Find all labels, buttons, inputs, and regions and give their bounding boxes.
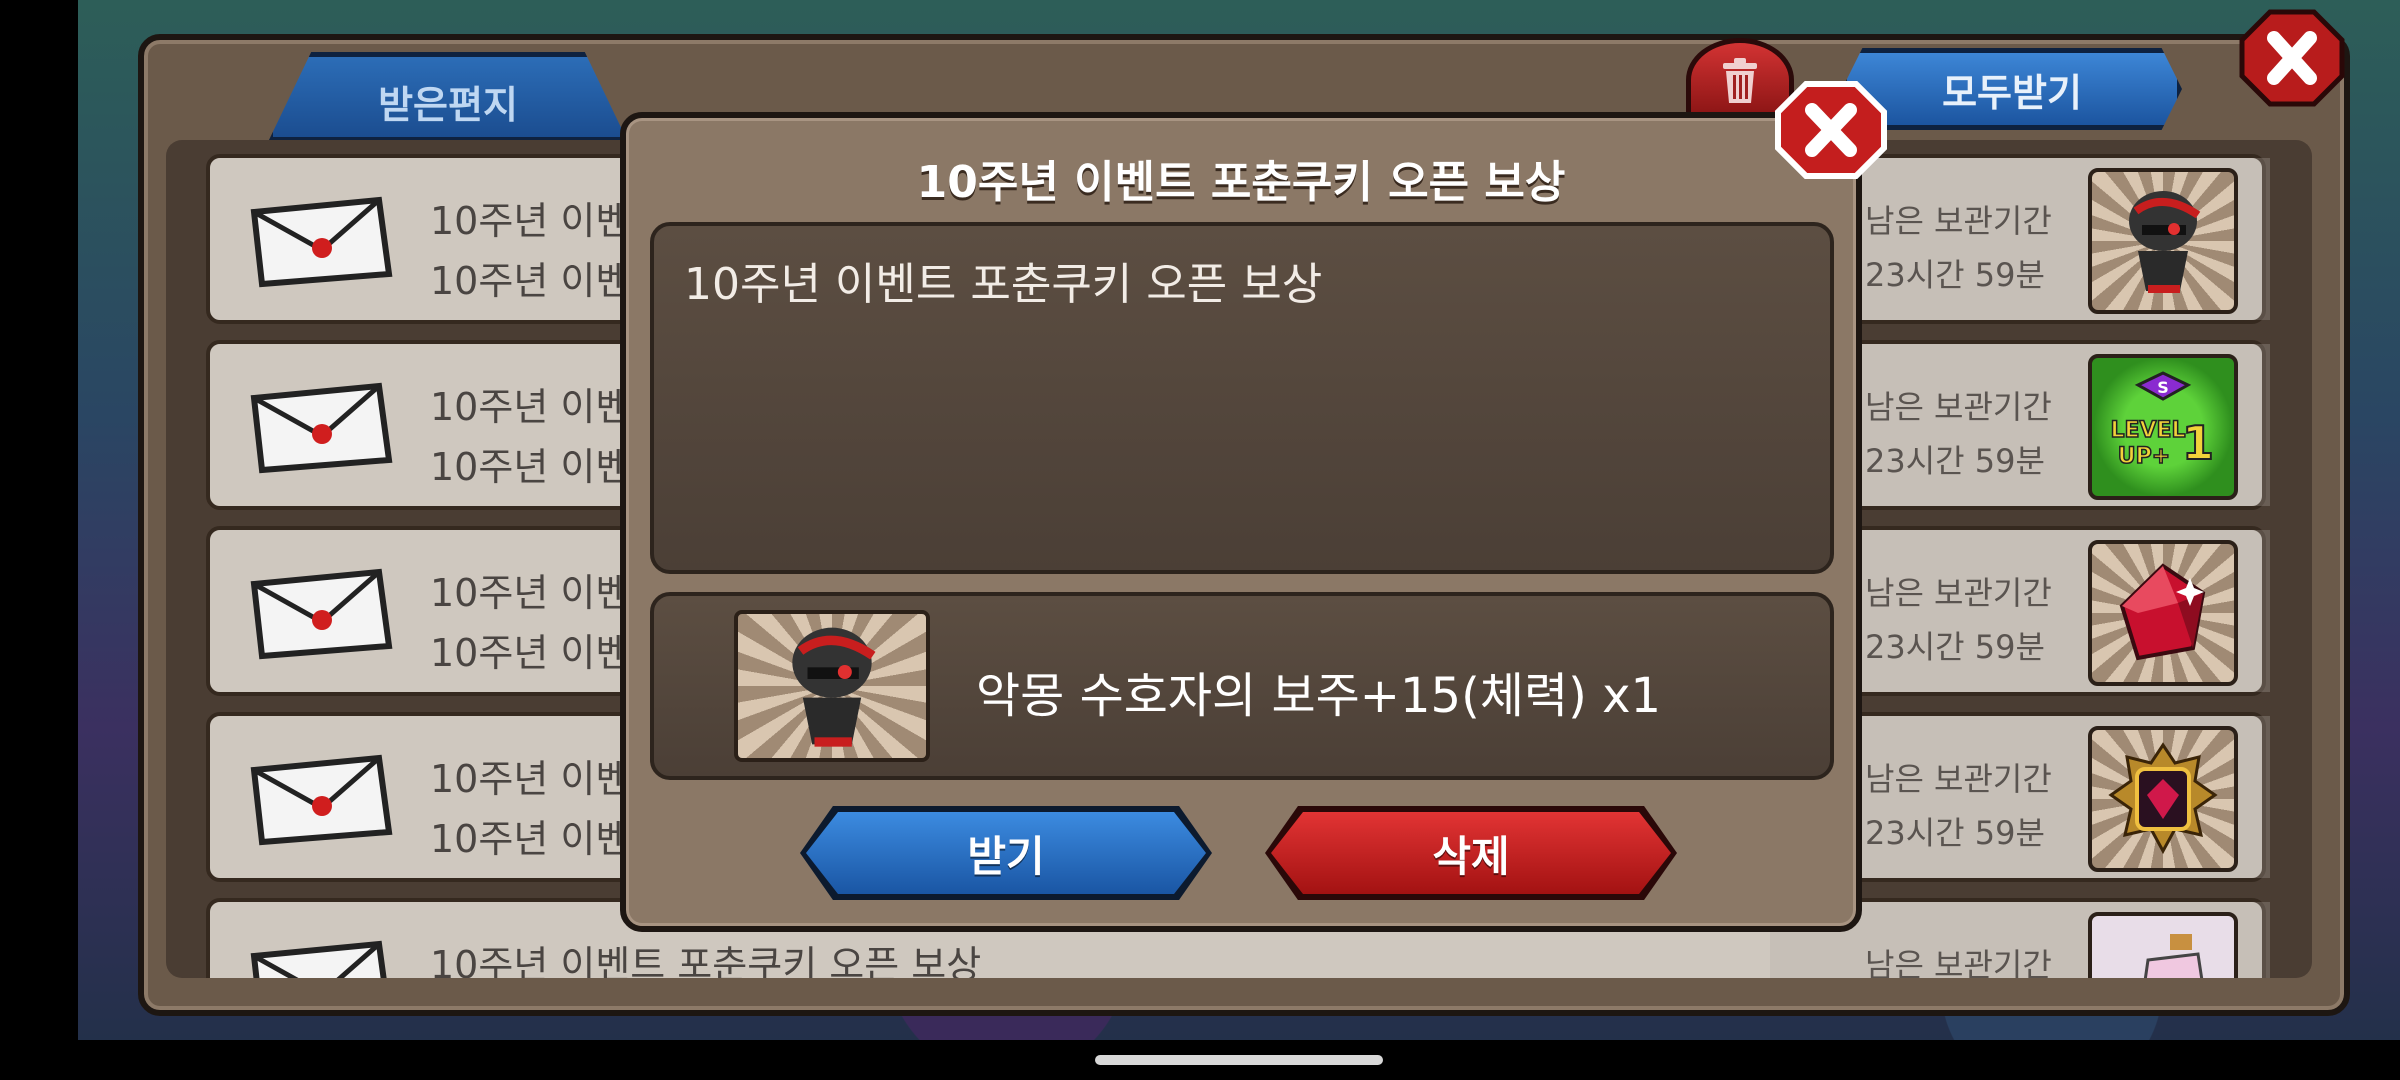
envelope-icon	[250, 568, 393, 660]
storage-period-label: 남은 보관기간	[1865, 760, 2052, 798]
dialog-message: 10주년 이벤트 포춘쿠키 오픈 보상	[684, 259, 1323, 310]
storage-period-label: 남은 보관기간	[1865, 388, 2052, 426]
storage-period-label: 남은 보관기간	[1865, 202, 2052, 240]
envelope-icon	[250, 754, 393, 846]
reward-item-thumbnail[interactable]	[734, 610, 930, 762]
envelope-icon	[250, 196, 393, 288]
close-mail-button[interactable]	[2238, 8, 2346, 108]
receive-all-button[interactable]: 모두받기	[1842, 48, 2182, 130]
tab-received-label: 받은편지	[378, 82, 518, 127]
red-gem-icon	[2119, 563, 2206, 661]
svg-text:LEVEL: LEVEL	[2110, 418, 2185, 443]
receive-all-label: 모두받기	[1942, 70, 2082, 115]
receive-button[interactable]: 받기	[806, 812, 1206, 894]
remaining-time: 23시간 59분	[1865, 628, 2045, 666]
reward-thumbnail[interactable]	[2088, 726, 2238, 872]
remaining-time: 23시간 59분	[1865, 256, 2045, 294]
reward-thumbnail[interactable]	[2088, 540, 2238, 686]
storage-period-label: 남은 보관기간	[1865, 946, 2052, 978]
delete-button[interactable]: 삭제	[1271, 812, 1671, 894]
svg-text:1: 1	[2182, 416, 2214, 470]
tab-received-mail[interactable]: 받은편지	[268, 52, 628, 142]
gem-emblem-icon	[2108, 742, 2218, 855]
svg-text:UP+: UP+	[2118, 444, 2170, 469]
reward-item-box: 악몽 수호자의 보주+15(체력) x1	[650, 592, 1834, 780]
helmet-armor-icon	[792, 627, 876, 747]
reward-item-name: 악몽 수호자의 보주+15(체력) x1	[976, 668, 1662, 724]
remaining-time: 23시간 59분	[1865, 814, 2045, 852]
remaining-time: 23시간 59분	[1865, 442, 2045, 480]
helmet-armor-icon	[2129, 191, 2201, 293]
mail-detail-dialog: 10주년 이벤트 포춘쿠키 오픈 보상 10주년 이벤트 포춘쿠키 오픈 보상 …	[620, 112, 1862, 932]
potion-bottle-icon	[2143, 934, 2204, 978]
storage-period-label: 남은 보관기간	[1865, 574, 2052, 612]
dialog-message-box: 10주년 이벤트 포춘쿠키 오픈 보상	[650, 222, 1834, 574]
close-dialog-button[interactable]	[1772, 80, 1890, 180]
reward-thumbnail[interactable]	[2088, 912, 2238, 978]
reward-thumbnail[interactable]	[2088, 168, 2238, 314]
envelope-icon	[250, 940, 387, 978]
home-gesture-handle[interactable]	[1095, 1055, 1383, 1065]
delete-label: 삭제	[1432, 831, 1510, 881]
mail-title: 10주년 이벤트 포춘쿠키 오픈 보상	[430, 943, 982, 978]
svg-text:S: S	[2157, 378, 2169, 397]
trash-icon	[1723, 58, 1757, 103]
reward-thumbnail[interactable]: S LEVEL UP+ 1	[2088, 354, 2238, 500]
level-up-ticket-icon: S LEVEL UP+ 1	[2110, 371, 2215, 471]
dialog-title: 10주년 이벤트 포춘쿠키 오픈 보상	[916, 157, 1566, 208]
receive-label: 받기	[967, 831, 1045, 881]
envelope-icon	[250, 382, 393, 474]
